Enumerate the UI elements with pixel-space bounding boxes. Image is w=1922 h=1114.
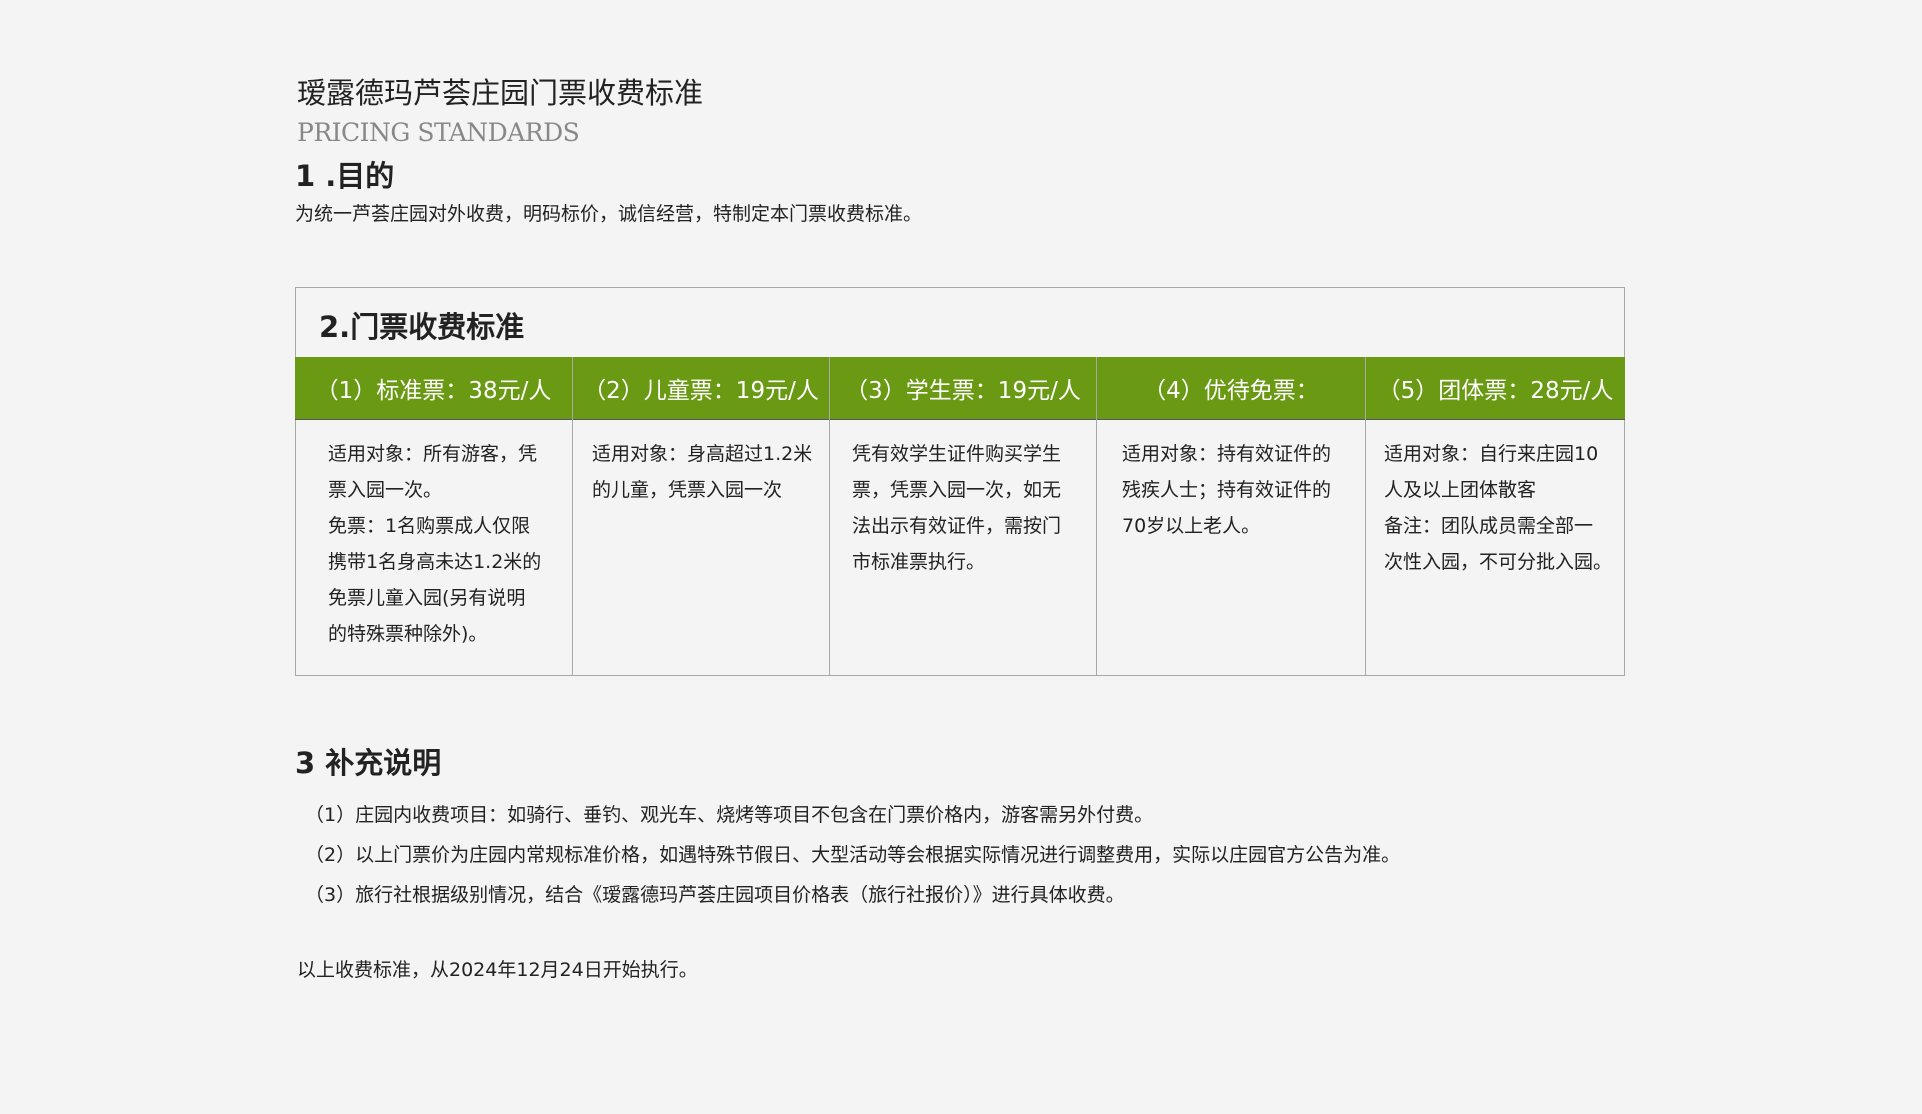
ticket-column-group: （5）团体票：28元/人 适用对象：自行来庄园10 人及以上团体散客 备注：团队… [1366,357,1625,676]
ticket-line: 次性入园，不可分批入园。 [1384,551,1613,573]
ticket-line: 适用对象：所有游客，凭 [328,443,538,465]
ticket-body-standard: 适用对象：所有游客，凭 票入园一次。 免票：1名购票成人仅限 携带1名身高未达1… [295,420,572,652]
ticket-line: 70岁以上老人。 [1122,515,1261,537]
ticket-line: 残疾人士；持有效证件的 [1122,479,1332,501]
ticket-line: 的特殊票种除外)。 [328,623,488,645]
ticket-column-child: （2）儿童票：19元/人 适用对象：身高超过1.2米 的儿童，凭票入园一次 [573,357,830,676]
ticket-body-group: 适用对象：自行来庄园10 人及以上团体散客 备注：团队成员需全部一 次性入园，不… [1366,420,1625,580]
ticket-line: 免票：1名购票成人仅限 [328,515,531,537]
ticket-line: 凭有效学生证件购买学生 [852,443,1062,465]
ticket-line: 人及以上团体散客 [1384,479,1537,501]
ticket-line: 适用对象：身高超过1.2米 [592,443,813,465]
ticket-header-student: （3）学生票：19元/人 [830,357,1096,420]
ticket-column-concession: （4）优待免票： 适用对象：持有效证件的 残疾人士；持有效证件的 70岁以上老人… [1097,357,1366,676]
ticket-line: 市标准票执行。 [852,551,986,573]
ticket-body-concession: 适用对象：持有效证件的 残疾人士；持有效证件的 70岁以上老人。 [1097,420,1365,544]
supplement-list: （1）庄园内收费项目：如骑行、垂钓、观光车、烧烤等项目不包含在门票价格内，游客需… [305,795,1400,915]
ticket-line: 法出示有效证件，需按门 [852,515,1062,537]
ticket-header-concession: （4）优待免票： [1097,357,1365,420]
ticket-body-child: 适用对象：身高超过1.2米 的儿童，凭票入园一次 [573,420,829,508]
page-title: 瑷露德玛芦荟庄园门票收费标准 [297,76,704,110]
supplement-item: （1）庄园内收费项目：如骑行、垂钓、观光车、烧烤等项目不包含在门票价格内，游客需… [305,804,1154,826]
ticket-line: 票入园一次。 [328,479,443,501]
ticket-header-child: （2）儿童票：19元/人 [573,357,829,420]
page-subtitle: PRICING STANDARDS [297,118,580,147]
ticket-pricing-heading: 2.门票收费标准 [319,310,525,344]
ticket-line: 免票儿童入园(另有说明 [328,587,526,609]
ticket-line: 携带1名身高未达1.2米的 [328,551,542,573]
supplement-item: （3）旅行社根据级别情况，结合《瑷露德玛芦荟庄园项目价格表（旅行社报价）》进行具… [305,884,1125,906]
ticket-line: 备注：团队成员需全部一 [1384,515,1594,537]
ticket-header-standard: （1）标准票：38元/人 [295,357,572,420]
section-purpose-text: 为统一芦荟庄园对外收费，明码标价，诚信经营，特制定本门票收费标准。 [295,203,923,225]
ticket-grid: （1）标准票：38元/人 适用对象：所有游客，凭 票入园一次。 免票：1名购票成… [295,357,1625,676]
ticket-column-standard: （1）标准票：38元/人 适用对象：所有游客，凭 票入园一次。 免票：1名购票成… [295,357,573,676]
section-supplement-heading: 3 补充说明 [295,746,442,780]
supplement-item: （2）以上门票价为庄园内常规标准价格，如遇特殊节假日、大型活动等会根据实际情况进… [305,844,1401,866]
ticket-line: 票，凭票入园一次，如无 [852,479,1062,501]
ticket-line: 的儿童，凭票入园一次 [592,479,783,501]
ticket-pricing-panel: 2.门票收费标准 （1）标准票：38元/人 适用对象：所有游客，凭 票入园一次。… [295,287,1625,676]
ticket-body-student: 凭有效学生证件购买学生 票，凭票入园一次，如无 法出示有效证件，需按门 市标准票… [830,420,1096,580]
ticket-column-student: （3）学生票：19元/人 凭有效学生证件购买学生 票，凭票入园一次，如无 法出示… [830,357,1097,676]
ticket-header-group: （5）团体票：28元/人 [1366,357,1625,420]
ticket-line: 适用对象：自行来庄园10 [1384,443,1599,465]
effective-date-note: 以上收费标准，从2024年12月24日开始执行。 [297,959,698,981]
section-purpose-heading: 1 .目的 [295,159,395,193]
ticket-line: 适用对象：持有效证件的 [1122,443,1332,465]
